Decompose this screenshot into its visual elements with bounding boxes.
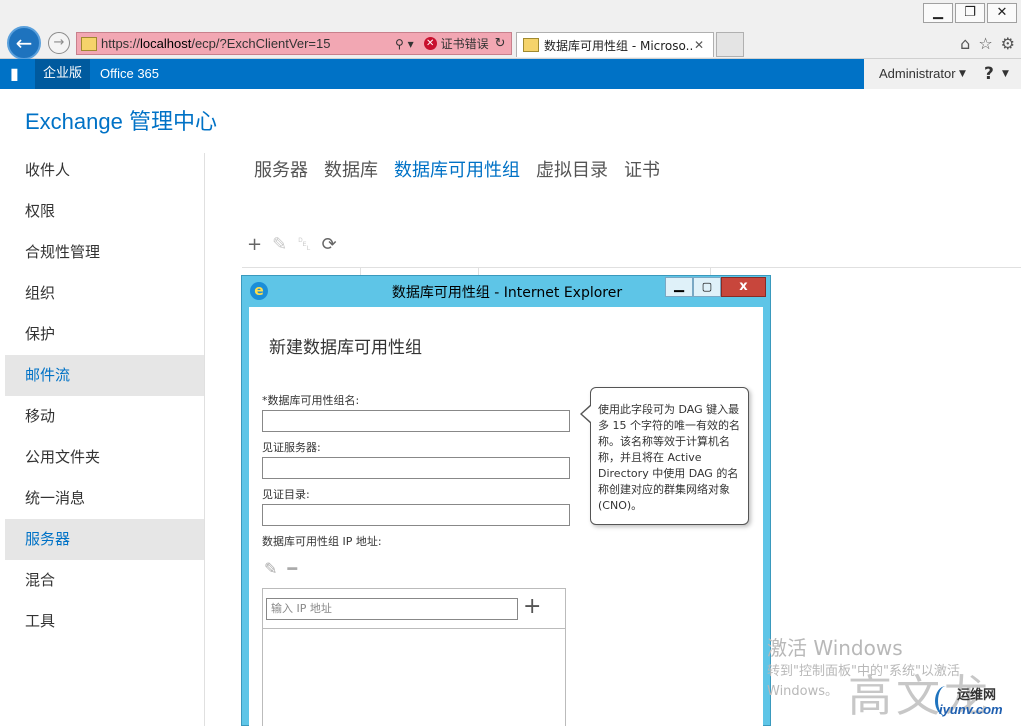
nav-item-tools[interactable]: 工具 [5,601,204,642]
activation-watermark-title: 激活 Windows [767,636,903,660]
tab-servers[interactable]: 服务器 [254,156,308,182]
refresh-icon[interactable]: ⟳ [322,234,337,255]
help-callout: 使用此字段可为 DAG 键入最多 15 个字符的唯一有效的名称。该名称等效于计算… [590,387,749,525]
ip-address-input[interactable]: 输入 IP 地址 [266,598,518,620]
form-title: 新建数据库可用性组 [269,338,422,358]
list-header-divider [242,267,1021,268]
nav-item-recipients[interactable]: 收件人 [5,150,204,191]
nav-item-hybrid[interactable]: 混合 [5,560,204,601]
forward-button[interactable]: → [48,32,70,54]
edit-icon[interactable]: ✎ [272,234,287,255]
close-window-button[interactable]: ✕ [987,3,1017,23]
site-logo: 运维网 iyunv.com [935,684,1019,722]
restore-button[interactable]: ❐ [955,3,985,23]
tab-close-icon[interactable]: ✕ [694,38,708,52]
dag-name-field[interactable] [262,410,570,432]
office-logo-icon[interactable]: ▮ [10,65,24,83]
nav-item-servers[interactable]: 服务器 [5,519,204,560]
add-icon[interactable]: + [247,234,262,255]
witness-directory-field[interactable] [262,504,570,526]
url-host: localhost [140,36,192,51]
user-menu[interactable]: Administrator ▼ ? ▼ [864,59,1021,89]
dialog-minimize-button[interactable]: ▁ [665,277,693,297]
browser-toolbar: ▁ ❐ ✕ ← → https://localhost/ecp/?ExchCli… [0,0,1021,60]
back-button[interactable]: ← [7,26,41,60]
sub-nav: 服务器 数据库 数据库可用性组 虚拟目录 证书 [254,156,660,182]
ip-list: 输入 IP 地址 + [262,588,566,726]
cert-error-label[interactable]: 证书错误 [441,35,489,52]
list-toolbar: + ✎ ␡ ⟳ [247,234,337,255]
nav-item-protection[interactable]: 保护 [5,314,204,355]
delete-icon[interactable]: ␡ [297,234,311,255]
url-path: /ecp/?ExchClientVer=15 [191,36,331,51]
nav-item-compliance[interactable]: 合规性管理 [5,232,204,273]
address-bar[interactable]: https://localhost/ecp/?ExchClientVer=15 … [76,32,512,55]
chevron-down-icon[interactable]: ▼ [959,59,966,89]
ip-input-row: 输入 IP 地址 + [263,589,565,629]
enterprise-link[interactable]: 企业版 [35,59,91,89]
nav-item-organization[interactable]: 组织 [5,273,204,314]
page-title: Exchange 管理中心 [25,109,217,134]
url-scheme: https:// [101,36,141,51]
left-nav: 收件人 权限 合规性管理 组织 保护 邮件流 移动 公用文件夹 统一消息 服务器… [5,150,204,642]
nav-item-mobile[interactable]: 移动 [5,396,204,437]
page-icon [81,36,97,51]
address-url[interactable]: https://localhost/ecp/?ExchClientVer=15 [101,36,391,51]
nav-item-unified-messaging[interactable]: 统一消息 [5,478,204,519]
cert-error-icon[interactable]: ✕ [423,37,437,50]
dag-name-label: *数据库可用性组名: [262,394,360,407]
activation-watermark-line: Windows。 [767,684,839,699]
browser-tab[interactable]: 数据库可用性组 - Microso... ✕ [516,32,714,57]
nav-item-public-folders[interactable]: 公用文件夹 [5,437,204,478]
site-url: iyunv.com [939,702,1003,717]
ip-add-icon[interactable]: + [523,594,541,619]
window-controls: ▁ ❐ ✕ [921,3,1017,23]
site-name: 运维网 [957,688,997,703]
tab-databases[interactable]: 数据库 [324,156,378,182]
witness-server-label: 见证服务器: [262,441,321,454]
user-name[interactable]: Administrator [879,59,956,89]
minimize-button[interactable]: ▁ [923,3,953,23]
suite-header: ▮ 企业版 Office 365 Administrator ▼ ? ▼ [0,59,1021,89]
tab-favicon-icon [523,38,539,52]
nav-divider [204,153,205,726]
tab-database-availability-groups[interactable]: 数据库可用性组 [394,156,520,182]
dialog-close-button[interactable]: x [721,277,766,297]
search-dropdown-icon[interactable]: ⚲ ▾ [395,37,414,51]
ip-edit-icon[interactable]: ✎ [264,559,277,578]
nav-item-permissions[interactable]: 权限 [5,191,204,232]
gear-icon[interactable]: ⚙ [1001,34,1015,53]
tab-title: 数据库可用性组 - Microso... [544,38,694,53]
refresh-icon[interactable]: ↻ [495,36,506,51]
nav-item-mail-flow[interactable]: 邮件流 [5,355,204,396]
tab-virtual-directories[interactable]: 虚拟目录 [536,156,608,182]
dialog-maximize-button[interactable]: ▢ [693,277,721,297]
witness-directory-label: 见证目录: [262,488,310,501]
dag-ip-label: 数据库可用性组 IP 地址: [262,535,382,548]
new-tab-button[interactable] [716,32,744,57]
favorites-star-icon[interactable]: ☆ [978,34,992,53]
callout-arrow-inner [582,406,591,422]
office365-link[interactable]: Office 365 [100,59,159,89]
browser-right-icons: ⌂ ☆ ⚙ [960,34,1015,53]
witness-server-field[interactable] [262,457,570,479]
help-chevron-down-icon[interactable]: ▼ [1002,59,1009,89]
ip-remove-icon[interactable]: ━ [287,559,297,578]
ip-toolbar: ✎ ━ [264,559,297,578]
help-icon[interactable]: ? [984,59,994,89]
home-icon[interactable]: ⌂ [960,34,970,53]
tab-certificates[interactable]: 证书 [624,156,660,182]
